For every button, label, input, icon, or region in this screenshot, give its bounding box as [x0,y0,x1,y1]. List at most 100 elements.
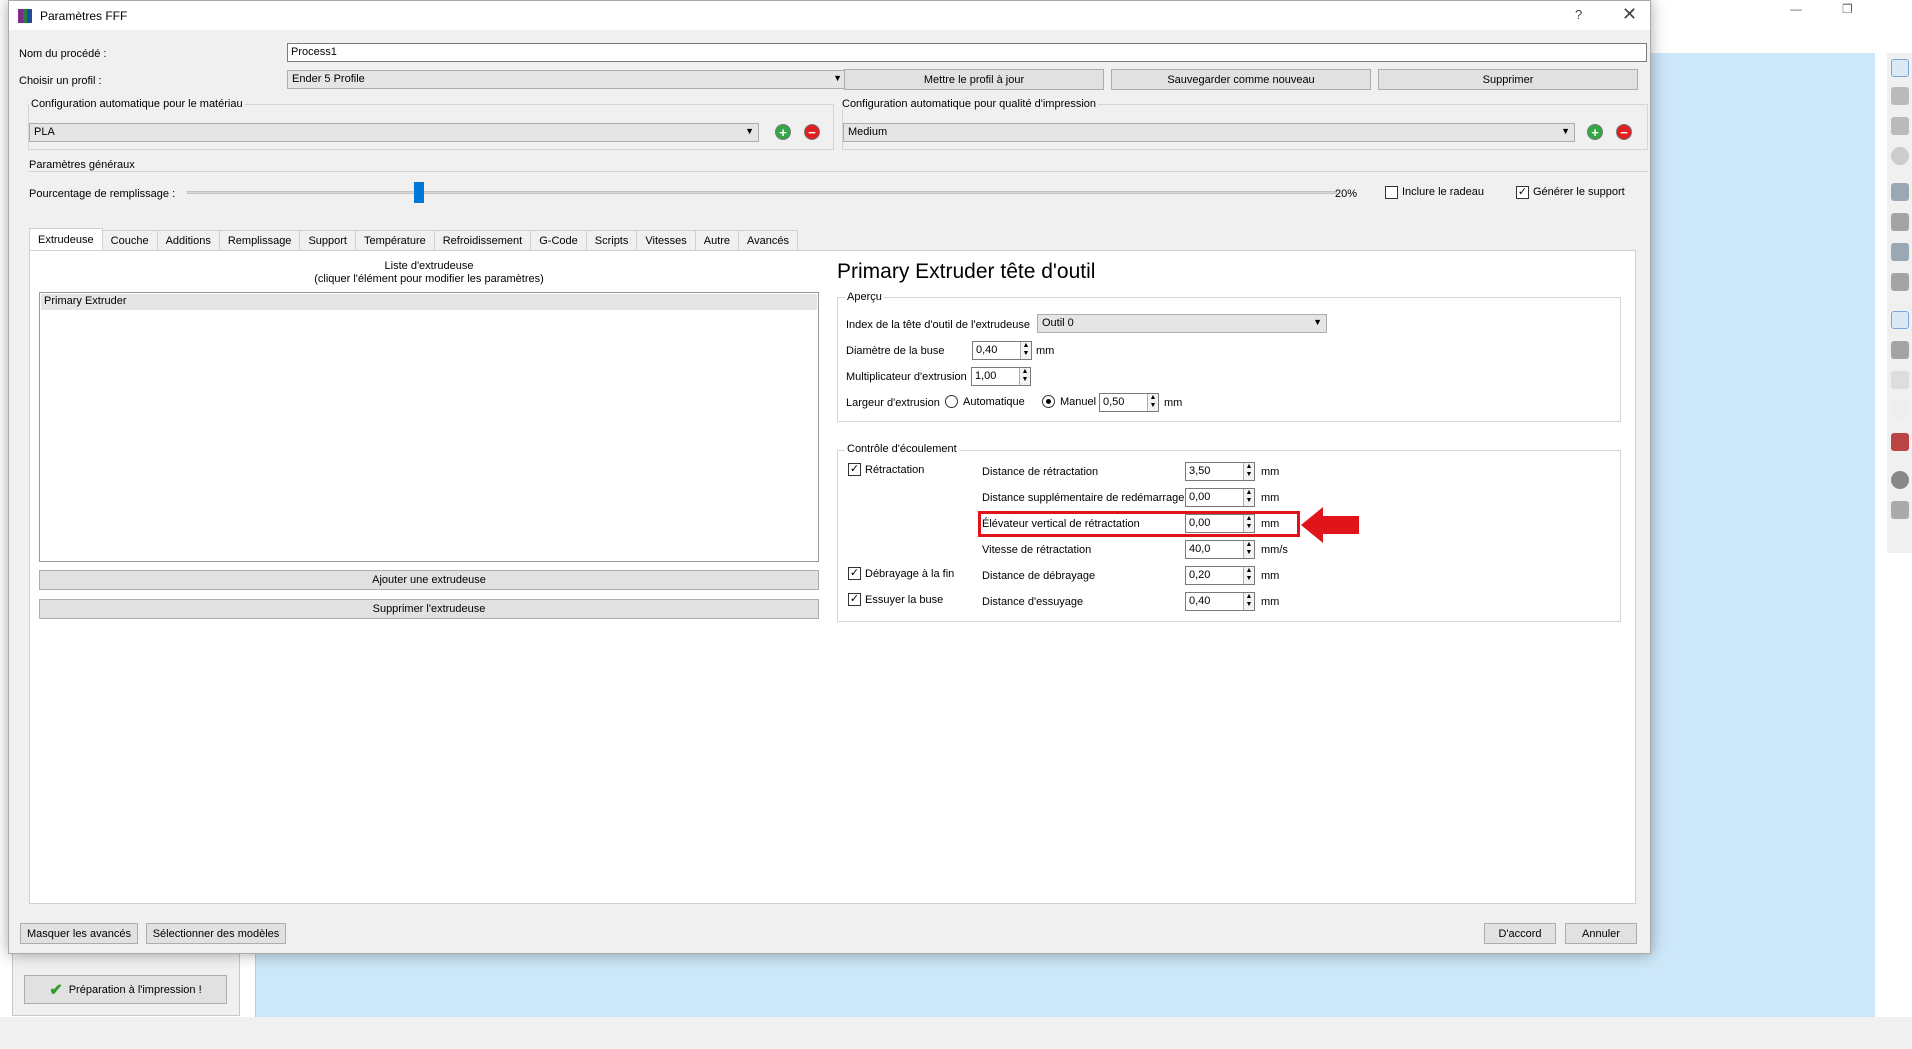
spin-arrows-icon[interactable]: ▲ ▼ [1019,368,1030,385]
spin-arrows-icon[interactable]: ▲ ▼ [1243,593,1254,610]
quality-select[interactable]: Medium ▼ [843,123,1575,142]
wipe-distance-input[interactable]: 0,40 ▲ ▼ [1185,592,1255,611]
material-select[interactable]: PLA ▼ [29,123,759,142]
nozzle-diameter-input[interactable]: 0,40 ▲ ▼ [972,341,1032,360]
wipe-distance-label: Distance d'essuyage [982,596,1084,608]
width-auto-radio[interactable] [945,395,958,408]
coast-distance-input[interactable]: 0,20 ▲ ▼ [1185,566,1255,585]
view-iso-icon[interactable] [1891,341,1909,359]
extrusion-width-value: 0,50 [1103,396,1125,408]
wireframe-icon[interactable] [1891,371,1909,389]
list-item[interactable]: Primary Extruder [41,294,817,310]
extruder-heading: Primary Extruder tête d'outil [837,260,1096,283]
fff-settings-dialog: Paramètres FFF ? ✕ Nom du procédé : Proc… [8,0,1651,954]
tab-cooling[interactable]: Refroidissement [433,230,532,250]
wipe-checkbox[interactable]: ✓ [848,593,861,606]
select-arrow-icon[interactable] [1891,59,1909,77]
overview-group-title: Aperçu [845,291,884,303]
coast-checkbox[interactable]: ✓ [848,567,861,580]
extrusion-multiplier-input[interactable]: 1,00 ▲ ▼ [971,367,1031,386]
width-manual-radio[interactable] [1042,395,1055,408]
extra-restart-value: 0,00 [1189,491,1211,503]
delete-profile-button[interactable]: Supprimer [1378,69,1638,90]
width-auto-label: Automatique [963,396,1025,408]
process-name-input[interactable]: Process1 [287,43,1647,62]
help-button[interactable]: ? [1575,7,1582,22]
save-as-new-button[interactable]: Sauvegarder comme nouveau [1111,69,1371,90]
retraction-checkbox[interactable]: ✓ [848,463,861,476]
profile-select[interactable]: Ender 5 Profile ▼ [287,70,847,89]
coast-label: Débrayage à la fin [865,568,955,580]
add-material-icon[interactable]: + [775,124,791,140]
retraction-speed-input[interactable]: 40,0 ▲ ▼ [1185,540,1255,559]
scale-icon[interactable] [1891,117,1909,135]
spin-arrows-icon[interactable]: ▲ ▼ [1243,463,1254,480]
axis-icon[interactable] [1891,311,1909,329]
gear-icon[interactable] [1891,471,1909,489]
flow-control-group-title: Contrôle d'écoulement [845,443,959,455]
support-checkbox[interactable]: ✓ [1516,186,1529,199]
remove-material-icon[interactable]: − [804,124,820,140]
tab-advanced[interactable]: Avancés [738,230,799,250]
spin-arrows-icon[interactable]: ▲ ▼ [1020,342,1031,359]
prepare-to-print-button[interactable]: ✔ Préparation à l'impression ! [24,975,227,1004]
tab-other[interactable]: Autre [694,230,740,250]
remove-quality-icon[interactable]: − [1616,124,1632,140]
dialog-title: Paramètres FFF [40,8,128,23]
retraction-speed-value: 40,0 [1189,543,1211,555]
minimize-icon[interactable]: — [1790,2,1802,20]
retraction-distance-value: 3,50 [1189,465,1211,477]
dialog-titlebar: Paramètres FFF [9,1,1650,30]
status-bar [0,1017,1912,1049]
select-models-button[interactable]: Sélectionner des modèles [146,923,286,944]
cross-section-icon[interactable] [1891,433,1909,451]
highlight-box [978,511,1300,537]
spin-arrows-icon[interactable]: ▲ ▼ [1147,394,1158,411]
extra-restart-input[interactable]: 0,00 ▲ ▼ [1185,488,1255,507]
spin-arrows-icon[interactable]: ▲ ▼ [1243,567,1254,584]
view-back-icon[interactable] [1891,213,1909,231]
tab-support[interactable]: Support [299,230,356,250]
raft-checkbox[interactable] [1385,186,1398,199]
nozzle-unit: mm [1036,345,1055,357]
wipe-distance-unit: mm [1261,596,1280,608]
tab-scripts[interactable]: Scripts [585,230,638,250]
tab-gcode[interactable]: G-Code [530,230,587,250]
right-toolbar [1887,53,1912,553]
tab-layer[interactable]: Couche [101,230,158,250]
rotate-icon[interactable] [1891,147,1909,165]
add-extruder-button[interactable]: Ajouter une extrudeuse [39,570,819,590]
extrusion-width-input[interactable]: 0,50 ▲ ▼ [1099,393,1159,412]
extruder-list: Primary Extruder [39,292,819,562]
infill-slider-track[interactable] [187,191,1337,194]
hide-advanced-button[interactable]: Masquer les avancés [20,923,138,944]
update-profile-button[interactable]: Mettre le profil à jour [844,69,1104,90]
tab-infill[interactable]: Remplissage [218,230,301,250]
spin-arrows-icon[interactable]: ▲ ▼ [1243,489,1254,506]
tab-speeds[interactable]: Vitesses [636,230,696,250]
layers-icon[interactable] [1891,501,1909,519]
extrusion-multiplier-value: 1,00 [975,370,997,382]
move-icon[interactable] [1891,87,1909,105]
ok-button[interactable]: D'accord [1484,923,1556,944]
spin-arrows-icon[interactable]: ▲ ▼ [1243,541,1254,558]
process-name-label: Nom du procédé : [19,48,107,60]
view-right-icon[interactable] [1891,273,1909,291]
tab-extruder[interactable]: Extrudeuse [29,228,103,250]
add-quality-icon[interactable]: + [1587,124,1603,140]
infill-slider-handle[interactable] [414,182,424,203]
axes-icon[interactable] [1891,401,1909,419]
view-left-icon[interactable] [1891,243,1909,261]
retraction-distance-input[interactable]: 3,50 ▲ ▼ [1185,462,1255,481]
tab-temperature[interactable]: Température [354,230,435,250]
close-icon[interactable]: ✕ [1622,4,1637,25]
support-label: Générer le support [1533,186,1625,198]
retraction-speed-label: Vitesse de rétractation [982,544,1092,556]
tool-index-value: Outil 0 [1042,317,1074,329]
tab-additions[interactable]: Additions [156,230,220,250]
cancel-button[interactable]: Annuler [1565,923,1637,944]
restore-icon[interactable]: ❐ [1842,2,1853,20]
tool-index-select[interactable]: Outil 0 ▼ [1037,314,1327,333]
view-front-icon[interactable] [1891,183,1909,201]
remove-extruder-button[interactable]: Supprimer l'extrudeuse [39,599,819,619]
